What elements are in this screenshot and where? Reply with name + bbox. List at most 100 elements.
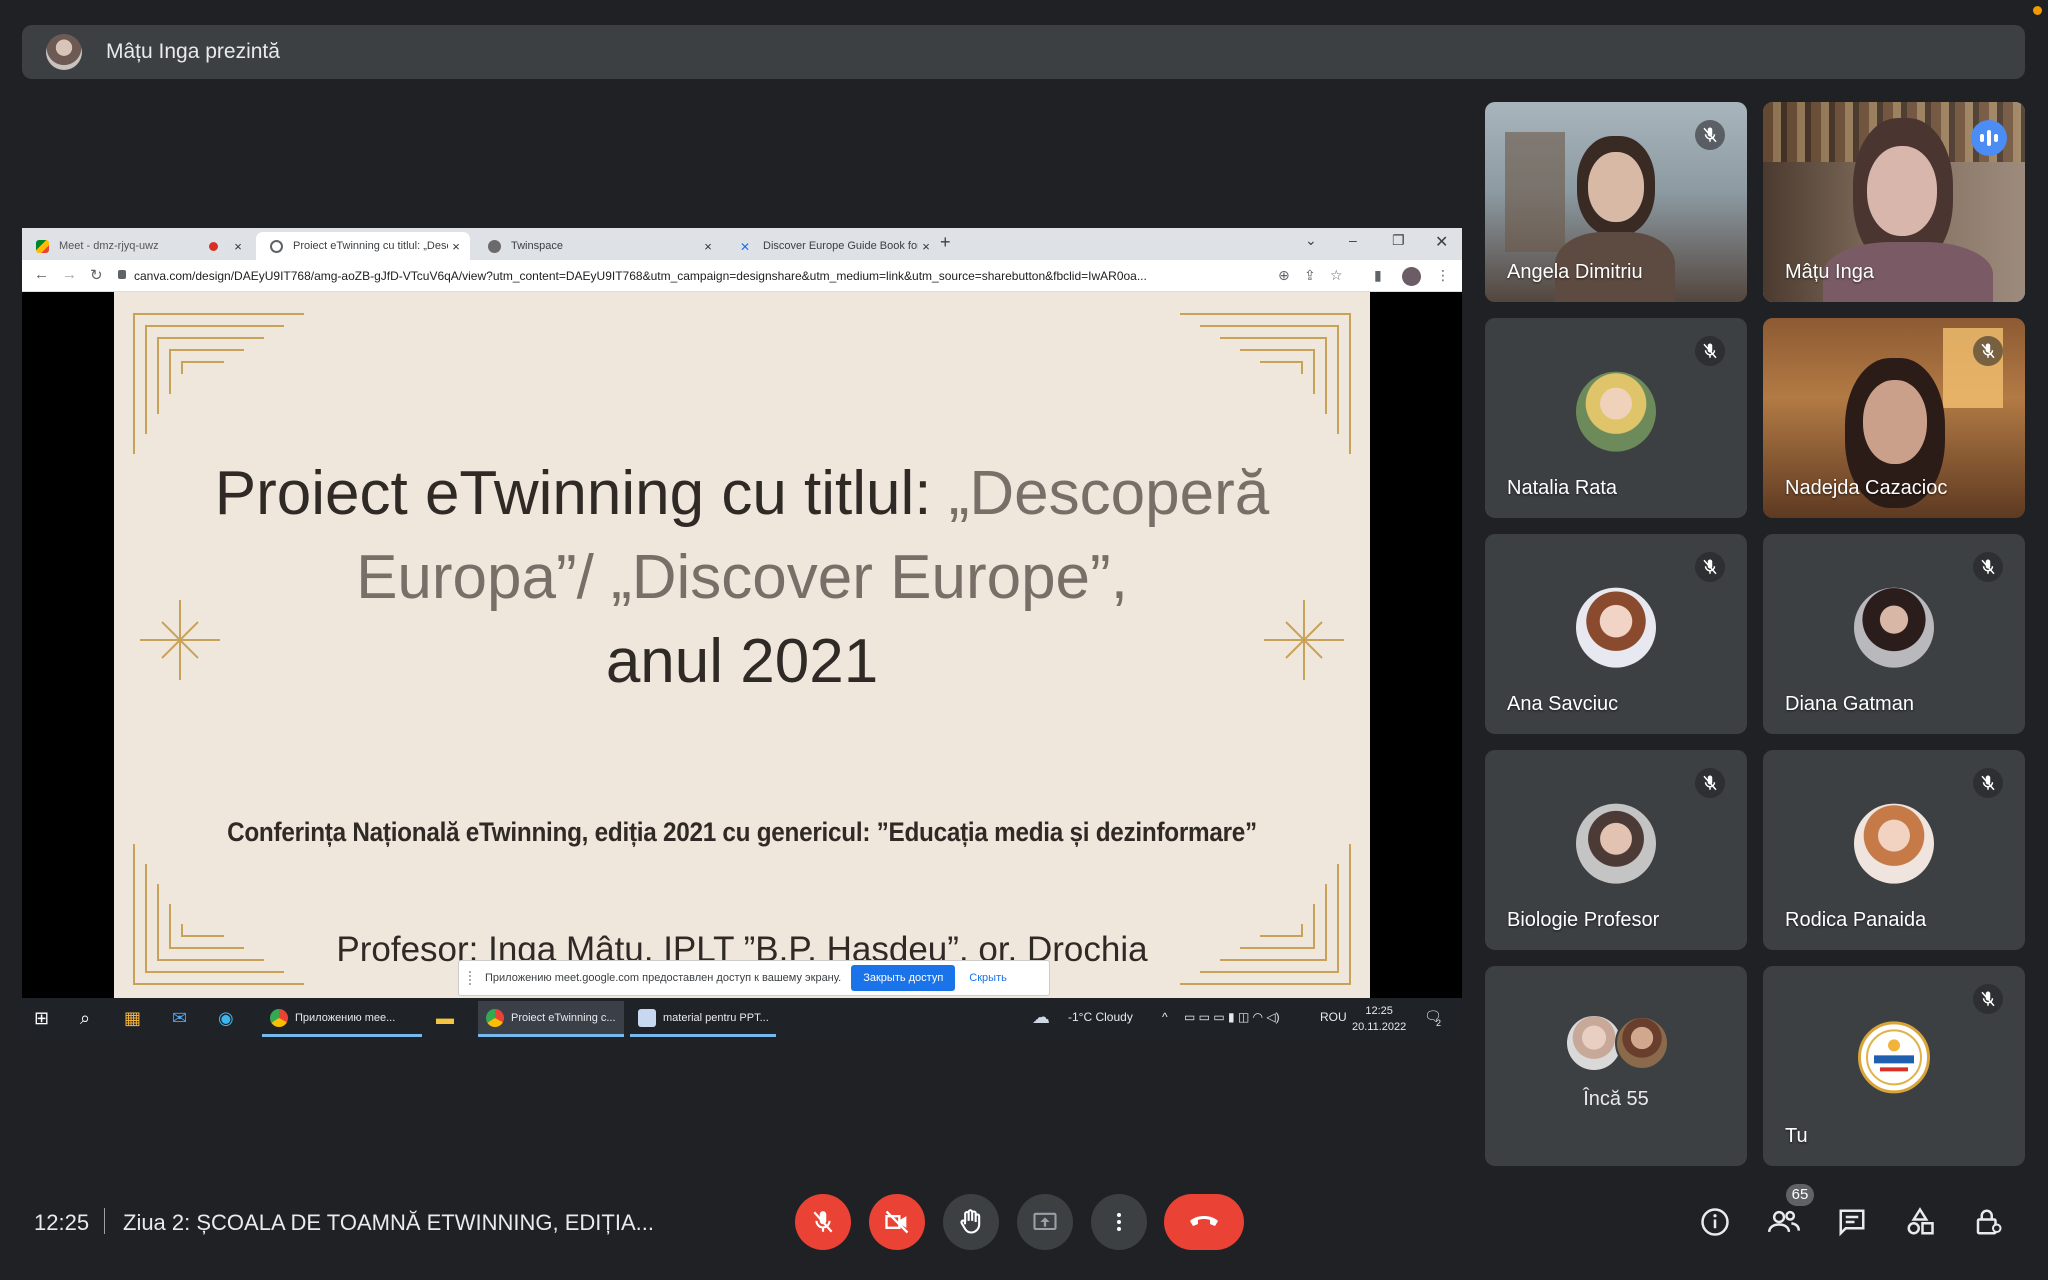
tray-icons[interactable]: ▭ ▭ ▭ ▮ ◫ ◠ ◁) — [1184, 1010, 1280, 1024]
restore-icon[interactable]: ❐ — [1392, 232, 1405, 249]
cloud-icon: ☁ — [1032, 1007, 1050, 1027]
present-icon — [1033, 1212, 1057, 1231]
more-participants-label: Încă 55 — [1583, 1088, 1649, 1110]
taskbar-app-chrome-meet[interactable]: Приложению mee... — [262, 1001, 422, 1037]
slide-subtitle: Conferința Națională eTwinning, ediția 2… — [227, 817, 1257, 847]
corner-ornament — [133, 313, 304, 454]
close-icon[interactable]: × — [230, 239, 246, 254]
slide-title-line1: Proiect eTwinning cu titlul: — [214, 459, 949, 528]
search-icon[interactable]: ⌕ — [80, 1008, 90, 1029]
hangup-icon — [1190, 1216, 1218, 1226]
chat-button[interactable] — [1834, 1204, 1870, 1240]
window-close-icon[interactable]: ✕ — [1435, 232, 1448, 252]
participant-tile[interactable]: Natalia Rata — [1485, 318, 1747, 518]
participant-avatar — [1567, 1016, 1621, 1070]
leave-call-button[interactable] — [1164, 1194, 1244, 1250]
browser-profile-avatar[interactable] — [1402, 267, 1421, 286]
meet-icon — [36, 239, 49, 253]
browser-tab-twinspace[interactable]: Twinspace × — [474, 232, 722, 260]
taskbar-app-label: material pentru PPT... — [663, 1011, 769, 1024]
share-notice-text: Приложению meet.google.com предоставлен … — [485, 972, 842, 984]
activities-button[interactable] — [1902, 1204, 1938, 1240]
document-icon — [638, 1008, 656, 1027]
notification-count: 2 — [1436, 1018, 1442, 1028]
participant-tile-speaking[interactable]: Mâțu Inga — [1763, 102, 2025, 302]
mail-icon[interactable]: ✉ — [172, 1008, 187, 1029]
self-tile[interactable]: Tu — [1763, 966, 2025, 1166]
url-input[interactable]: canva.com/design/DAEyU9IT768/amg-aoZB-gJ… — [134, 269, 1284, 283]
language-indicator[interactable]: ROU — [1320, 1010, 1347, 1024]
participant-tile[interactable]: Ana Savciuc — [1485, 534, 1747, 734]
host-controls-button[interactable] — [1970, 1204, 2006, 1240]
twinspace-icon — [488, 239, 501, 253]
store-icon[interactable]: ▦ — [124, 1008, 141, 1029]
stop-sharing-button[interactable]: Закрыть доступ — [851, 965, 956, 991]
participant-tile[interactable]: Rodica Panaida — [1763, 750, 2025, 950]
kebab-menu-icon[interactable]: ⋮ — [1436, 267, 1450, 284]
zoom-icon[interactable]: ⊕ — [1278, 267, 1290, 284]
more-vert-icon — [1117, 1213, 1121, 1231]
people-count-badge: 65 — [1786, 1184, 1814, 1206]
mic-off-icon — [1973, 552, 2003, 582]
tab-label: Proiect eTwinning cu titlul: „Desc — [293, 240, 448, 252]
weather-text[interactable]: -1°C Cloudy — [1068, 1010, 1133, 1024]
mic-off-icon — [1695, 768, 1725, 798]
taskbar-time: 12:25 — [1365, 1005, 1393, 1017]
lock-icon — [118, 270, 126, 279]
bookmark-star-icon[interactable]: ☆ — [1330, 267, 1343, 284]
participant-avatar — [1576, 803, 1656, 884]
presenter-text: Mâțu Inga prezintă — [106, 40, 280, 63]
browser-address-bar: ← → ↻ canva.com/design/DAEyU9IT768/amg-a… — [22, 260, 1462, 292]
participant-avatar — [1854, 587, 1934, 668]
activities-icon — [1907, 1207, 1934, 1235]
camera-toggle-button[interactable] — [869, 1194, 925, 1250]
share-icon[interactable]: ⇪ — [1304, 267, 1316, 284]
more-options-button[interactable] — [1091, 1194, 1147, 1250]
taskbar-app-document[interactable]: material pentru PPT... — [630, 1001, 776, 1037]
mic-toggle-button[interactable] — [795, 1194, 851, 1250]
participant-name: Angela Dimitriu — [1507, 261, 1643, 283]
participant-avatar — [1576, 587, 1656, 668]
taskbar-clock[interactable]: 12:25 20.11.2022 — [1352, 1003, 1406, 1035]
browser-tab-guidebook[interactable]: ✕ Discover Europe Guide Book for × — [726, 232, 940, 260]
sidepanel-icon[interactable]: ▮ — [1374, 267, 1382, 284]
status-dot — [2033, 6, 2042, 15]
meeting-details-button[interactable] — [1697, 1204, 1733, 1240]
minimize-icon[interactable]: – — [1349, 232, 1357, 248]
folder-icon[interactable]: ▬ — [436, 1008, 454, 1029]
close-icon[interactable]: × — [918, 239, 934, 254]
participant-tile[interactable]: Angela Dimitriu — [1485, 102, 1747, 302]
close-icon[interactable]: × — [700, 239, 716, 254]
people-button[interactable] — [1766, 1204, 1802, 1240]
browser-tab-canva[interactable]: Proiect eTwinning cu titlul: „Desc × — [256, 232, 470, 260]
participant-tile[interactable]: Nadejda Cazacioc — [1763, 318, 2025, 518]
edge-icon[interactable]: ◉ — [218, 1008, 234, 1029]
windows-start-icon[interactable]: ⊞ — [34, 1008, 49, 1029]
black-margin — [1370, 292, 1462, 998]
chrome-icon — [486, 1008, 504, 1027]
browser-tab-meet[interactable]: Meet - dmz-rjyq-uwz × — [22, 232, 252, 260]
forward-icon[interactable]: → — [62, 266, 77, 283]
back-icon[interactable]: ← — [34, 266, 49, 283]
chrome-icon — [270, 1008, 288, 1027]
speaking-indicator-icon — [1971, 120, 2007, 156]
reload-icon[interactable]: ↻ — [90, 266, 103, 284]
hide-notice-button[interactable]: Скрыть — [969, 972, 1007, 984]
new-tab-icon[interactable]: + — [940, 232, 951, 253]
participant-tile[interactable]: Diana Gatman — [1763, 534, 2025, 734]
presenter-bar[interactable]: Mâțu Inga prezintă — [22, 25, 2025, 79]
chevron-down-icon[interactable]: ⌄ — [1305, 232, 1317, 249]
more-participants-tile[interactable]: Încă 55 — [1485, 966, 1747, 1166]
taskbar-app-chrome-canva[interactable]: Proiect eTwinning c... — [478, 1001, 624, 1037]
shared-screen: Meet - dmz-rjyq-uwz × Proiect eTwinning … — [22, 228, 1462, 1040]
browser-tabbar: Meet - dmz-rjyq-uwz × Proiect eTwinning … — [22, 228, 1462, 260]
meeting-title[interactable]: Ziua 2: ȘCOALA DE TOAMNĂ ETWINNING, EDIȚ… — [123, 1210, 654, 1236]
close-icon[interactable]: × — [448, 239, 464, 254]
raise-hand-button[interactable] — [943, 1194, 999, 1250]
present-screen-button[interactable] — [1017, 1194, 1073, 1250]
drag-handle-icon[interactable] — [469, 971, 475, 985]
mic-off-icon — [813, 1211, 833, 1233]
participant-tile[interactable]: Biologie Profesor — [1485, 750, 1747, 950]
tray-chevron-icon[interactable]: ^ — [1162, 1010, 1168, 1024]
participant-name: Biologie Profesor — [1507, 909, 1660, 931]
